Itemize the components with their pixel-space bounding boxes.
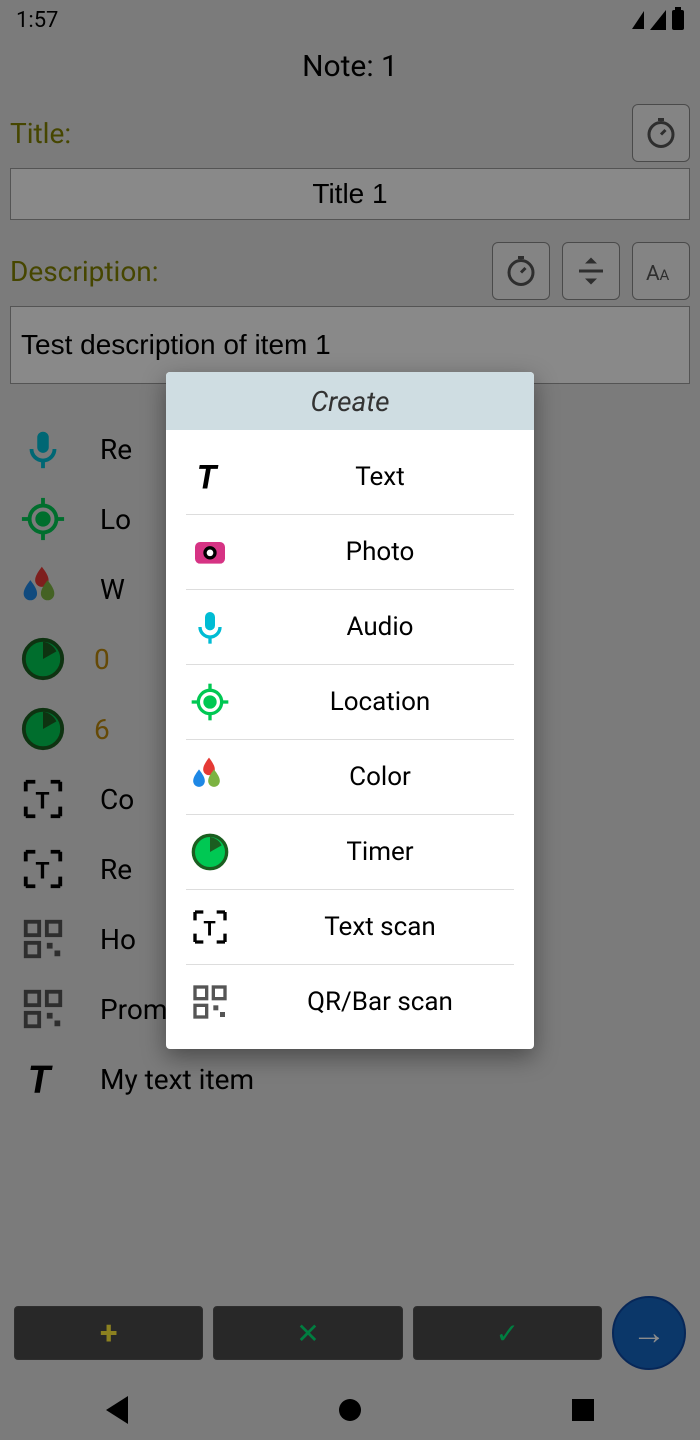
qr-icon xyxy=(186,978,234,1026)
create-option-label: Photo xyxy=(246,537,514,567)
create-dialog: Create TextPhotoAudioLocationColorTimerT… xyxy=(166,372,534,1049)
create-option-label: Timer xyxy=(246,837,514,867)
create-option-timer[interactable]: Timer xyxy=(186,815,514,890)
dialog-options: Text Photo Audio Location Color Timer Text sca… xyxy=(166,430,534,1049)
create-option-label: Text scan xyxy=(246,912,514,942)
dialog-title: Create xyxy=(166,372,534,430)
create-option-label: Text xyxy=(246,462,514,492)
mic-icon xyxy=(186,603,234,651)
location-icon xyxy=(186,678,234,726)
photo-icon xyxy=(186,528,234,576)
create-option-label: QR/Bar scan xyxy=(246,987,514,1017)
text-icon xyxy=(186,453,234,501)
textscan-icon xyxy=(186,903,234,951)
create-option-qr-bar-scan[interactable]: QR/Bar scan xyxy=(186,965,514,1039)
create-option-text-scan[interactable]: Text scan xyxy=(186,890,514,965)
create-option-photo[interactable]: Photo xyxy=(186,515,514,590)
create-option-location[interactable]: Location xyxy=(186,665,514,740)
create-option-color[interactable]: Color xyxy=(186,740,514,815)
create-option-label: Color xyxy=(246,762,514,792)
create-option-label: Audio xyxy=(246,612,514,642)
timer-icon xyxy=(186,828,234,876)
color-icon xyxy=(186,753,234,801)
create-option-audio[interactable]: Audio xyxy=(186,590,514,665)
app-screen: 1:57 Note: 1 Title: Description: ReLoW06… xyxy=(0,0,700,1440)
create-option-label: Location xyxy=(246,687,514,717)
create-option-text[interactable]: Text xyxy=(186,440,514,515)
